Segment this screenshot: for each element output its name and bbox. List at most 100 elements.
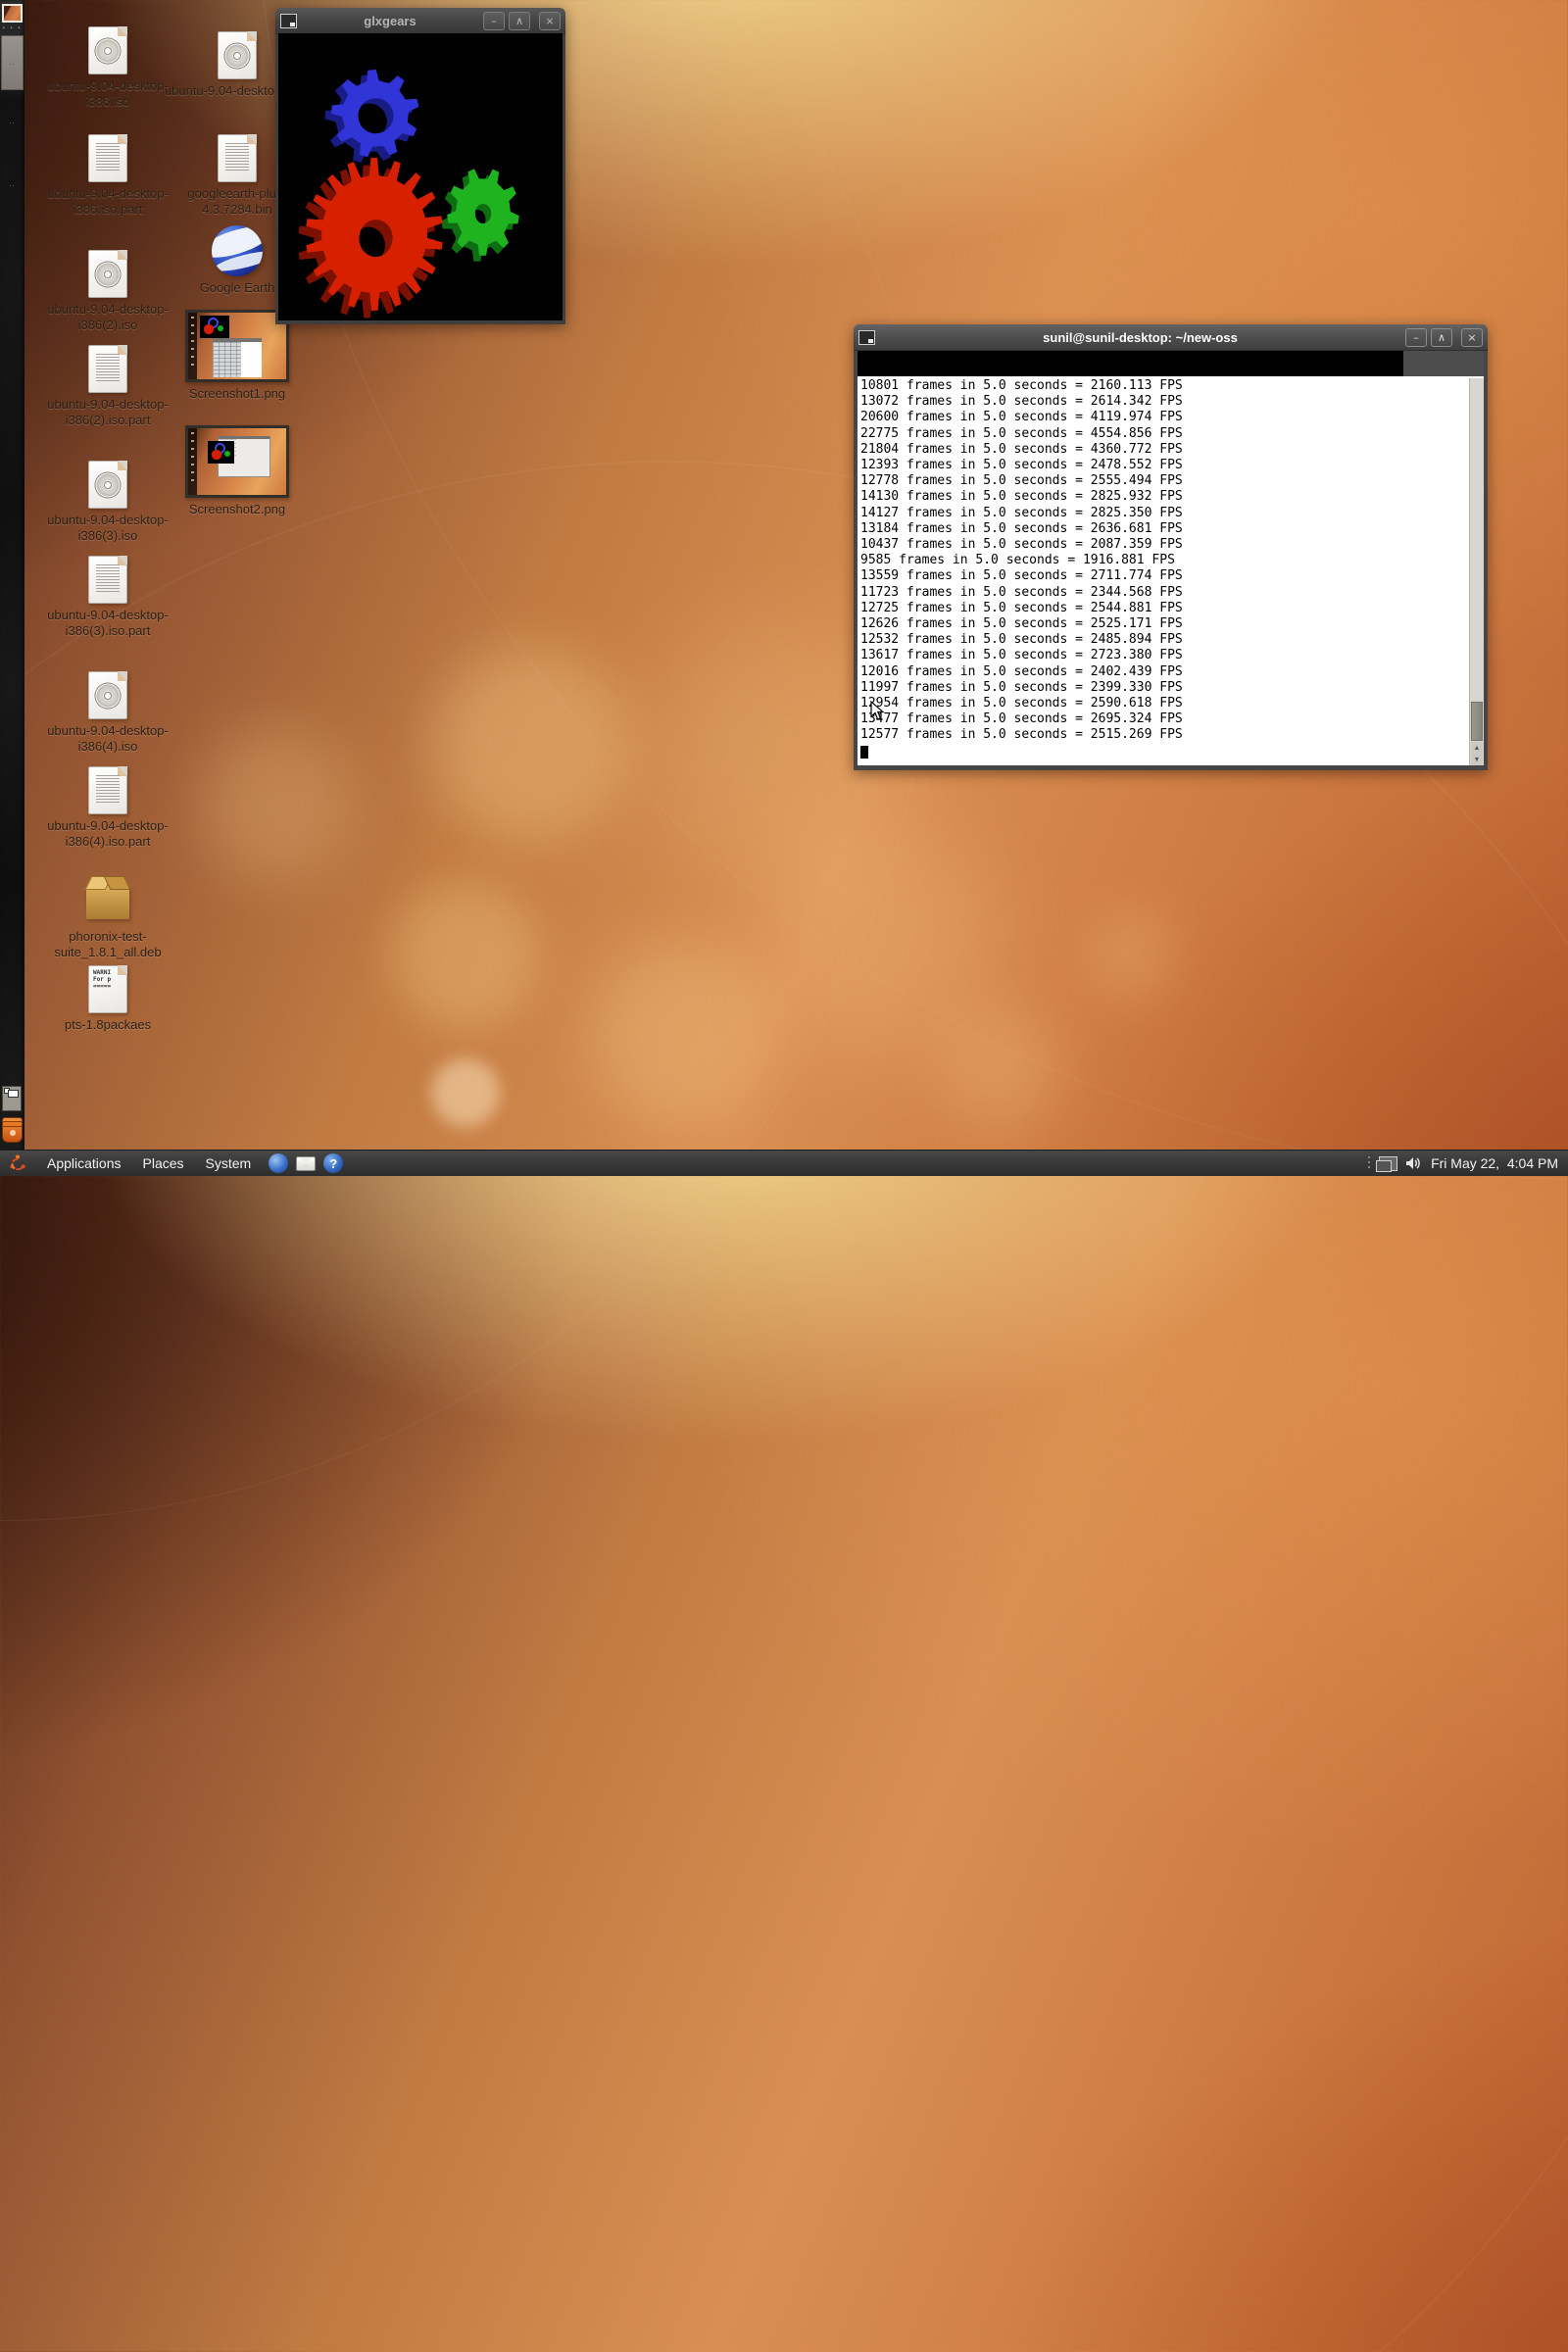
terminal-redraw-strip	[858, 351, 1403, 376]
terminal-redraw-strip-gray	[1403, 351, 1484, 376]
iso-file-icon	[88, 671, 127, 719]
shot2-file-icon	[185, 425, 289, 498]
file-icon	[34, 340, 181, 393]
terminal-scrollbar[interactable]: ▲ ▼	[1469, 378, 1484, 765]
dock-item-label: ..	[10, 119, 16, 125]
desktop-icon-iso[interactable]: ubuntu-9.04-desktop-i386.iso	[34, 22, 181, 110]
window-menu-icon[interactable]	[280, 14, 297, 28]
ubuntu-logo-icon[interactable]	[8, 1153, 27, 1173]
wallpaper-bokeh	[1088, 911, 1176, 1000]
mail-icon	[296, 1156, 316, 1171]
shot1-file-icon	[185, 310, 289, 382]
desktop-icon-label: Screenshot2.png	[164, 502, 311, 517]
desktop: { "wallpaper": { "base_colors": ["#51281…	[0, 0, 1568, 1176]
dock-active-item[interactable]: ..	[1, 35, 24, 90]
panel-handle[interactable]	[1367, 1155, 1371, 1171]
desktop-icon-label: ubuntu-9.04-desktop-i386(4).iso	[34, 723, 181, 755]
file-icon	[34, 666, 181, 719]
close-button[interactable]: ×	[1461, 328, 1483, 347]
terminal-output-line: 13477 frames in 5.0 seconds = 2695.324 F…	[860, 711, 1467, 727]
terminal-cursor	[860, 746, 868, 759]
terminal-body[interactable]: 10801 frames in 5.0 seconds = 2160.113 F…	[858, 351, 1484, 765]
dock-item-label: ..	[10, 181, 16, 188]
wallpaper-bokeh	[392, 882, 539, 1029]
window-title: sunil@sunil-desktop: ~/new-oss	[879, 330, 1401, 345]
window-selector-icon[interactable]	[1379, 1156, 1397, 1171]
desktop-icon-label: pts-1.8packaes	[34, 1017, 181, 1033]
minimize-button[interactable]: –	[483, 12, 505, 30]
firefox-launcher[interactable]	[268, 1152, 289, 1174]
terminal-titlebar[interactable]: sunil@sunil-desktop: ~/new-oss – ∧ ×	[854, 324, 1488, 351]
desktop-icon-label: ubuntu-9.04-desktop-i386(4).iso.part	[34, 818, 181, 850]
desktop-icon-iso[interactable]: ubuntu-9.04-desktop-i386(4).iso	[34, 666, 181, 755]
red-gear	[293, 153, 449, 320]
terminal-output-line: 12016 frames in 5.0 seconds = 2402.439 F…	[860, 664, 1467, 680]
desktop-icon-txt[interactable]: WARNI For p ===== pts-1.8packaes	[34, 960, 181, 1033]
desktop-icon-label: ubuntu-9.04-desktop-i386(3).iso	[34, 513, 181, 544]
desktop-icon-label: ubuntu-9.04-desktop-i386(2).iso	[34, 302, 181, 333]
deb-file-icon	[86, 886, 129, 919]
terminal-output-line: 10801 frames in 5.0 seconds = 2160.113 F…	[860, 378, 1467, 394]
file-icon	[34, 872, 181, 925]
desktop-icon-deb[interactable]: phoronix-test-suite_1.8.1_all.deb	[34, 872, 181, 960]
mail-launcher[interactable]	[295, 1152, 317, 1174]
panel-clock[interactable]: Fri May 22, 4:04 PM	[1431, 1155, 1558, 1171]
terminal-output-line: 13072 frames in 5.0 seconds = 2614.342 F…	[860, 394, 1467, 410]
scrollbar-thumb[interactable]	[1471, 702, 1483, 741]
desktop-icon-iso[interactable]: ubuntu-9.04-desktop-i386(3).iso	[34, 456, 181, 544]
minimize-button[interactable]: –	[1405, 328, 1427, 347]
desktop-icon-label: ubuntu-9.04-desktop-i386(3).iso.part	[34, 608, 181, 639]
wallpaper-bokeh	[431, 647, 627, 843]
glxgears-canvas	[278, 33, 563, 320]
screenshot2-thumbnail	[185, 425, 289, 498]
iso-file-icon	[218, 31, 257, 79]
menu-places[interactable]: Places	[132, 1151, 195, 1176]
terminal-window[interactable]: sunil@sunil-desktop: ~/new-oss – ∧ × 108…	[854, 324, 1488, 770]
bottom-panel: Applications Places System ? Fri May 22,…	[0, 1150, 1568, 1176]
iso-file-icon	[88, 250, 127, 298]
desktop-icon-label: ubuntu-9.04-desktop-i386(2).iso.part	[34, 397, 181, 428]
iso-file-icon	[88, 26, 127, 74]
terminal-output-line: 12954 frames in 5.0 seconds = 2590.618 F…	[860, 696, 1467, 711]
terminal-output-line: 12725 frames in 5.0 seconds = 2544.881 F…	[860, 601, 1467, 616]
help-icon: ?	[323, 1153, 343, 1173]
terminal-output-line: 20600 frames in 5.0 seconds = 4119.974 F…	[860, 410, 1467, 425]
dock-window-icon[interactable]	[2, 1086, 22, 1111]
glxgears-titlebar[interactable]: glxgears – ∧ ×	[275, 8, 565, 34]
desktop-icon-iso[interactable]: ubuntu-9.04-desktop-i386(2).iso	[34, 245, 181, 333]
desktop-icon-shot1[interactable]: Screenshot1.png	[164, 329, 311, 402]
terminal-output-line: 14127 frames in 5.0 seconds = 2825.350 F…	[860, 506, 1467, 521]
dock-wallpaper-thumbnail-icon[interactable]	[2, 4, 23, 23]
dock-item[interactable]: ..	[0, 90, 24, 153]
scroll-up-button[interactable]: ▲	[1471, 742, 1483, 754]
menu-applications[interactable]: Applications	[36, 1151, 132, 1176]
scroll-down-button[interactable]: ▼	[1471, 754, 1483, 765]
glxgears-window[interactable]: glxgears – ∧ ×	[275, 8, 565, 324]
terminal-output-line: 12778 frames in 5.0 seconds = 2555.494 F…	[860, 473, 1467, 489]
trash-icon[interactable]	[2, 1117, 23, 1143]
volume-icon[interactable]	[1405, 1155, 1423, 1171]
dock-item[interactable]: ..	[0, 153, 24, 216]
terminal-icon[interactable]	[858, 330, 875, 345]
blue-gear	[315, 60, 428, 174]
file-icon	[164, 445, 311, 498]
maximize-button[interactable]: ∧	[1431, 328, 1452, 347]
desktop-icon-doc[interactable]: ubuntu-9.04-desktop-i386(4).iso.part	[34, 761, 181, 850]
desktop-icon-doc[interactable]: ubuntu-9.04-desktop-i386(3).iso.part	[34, 551, 181, 639]
doc-file-icon	[88, 556, 127, 604]
terminal-output: 10801 frames in 5.0 seconds = 2160.113 F…	[860, 378, 1467, 760]
terminal-output-line: 14130 frames in 5.0 seconds = 2825.932 F…	[860, 489, 1467, 505]
desktop-icon-doc[interactable]: ubuntu-9.04-desktop-i386(2).iso.part	[34, 340, 181, 428]
maximize-button[interactable]: ∧	[509, 12, 530, 30]
menu-system[interactable]: System	[195, 1151, 263, 1176]
wallpaper-bokeh	[588, 941, 774, 1127]
wallpaper-bokeh	[196, 725, 353, 882]
help-launcher[interactable]: ?	[322, 1152, 344, 1174]
close-button[interactable]: ×	[539, 12, 561, 30]
file-icon: WARNI For p =====	[34, 960, 181, 1013]
terminal-output-line: 12626 frames in 5.0 seconds = 2525.171 F…	[860, 616, 1467, 632]
desktop-icon-doc[interactable]: ubuntu-9.04-desktop-i386.iso.part	[34, 129, 181, 218]
desktop-icon-label: ubuntu-9.04-desktop-i386.iso	[34, 78, 181, 110]
file-icon	[34, 245, 181, 298]
desktop-icon-shot2[interactable]: Screenshot2.png	[164, 445, 311, 517]
